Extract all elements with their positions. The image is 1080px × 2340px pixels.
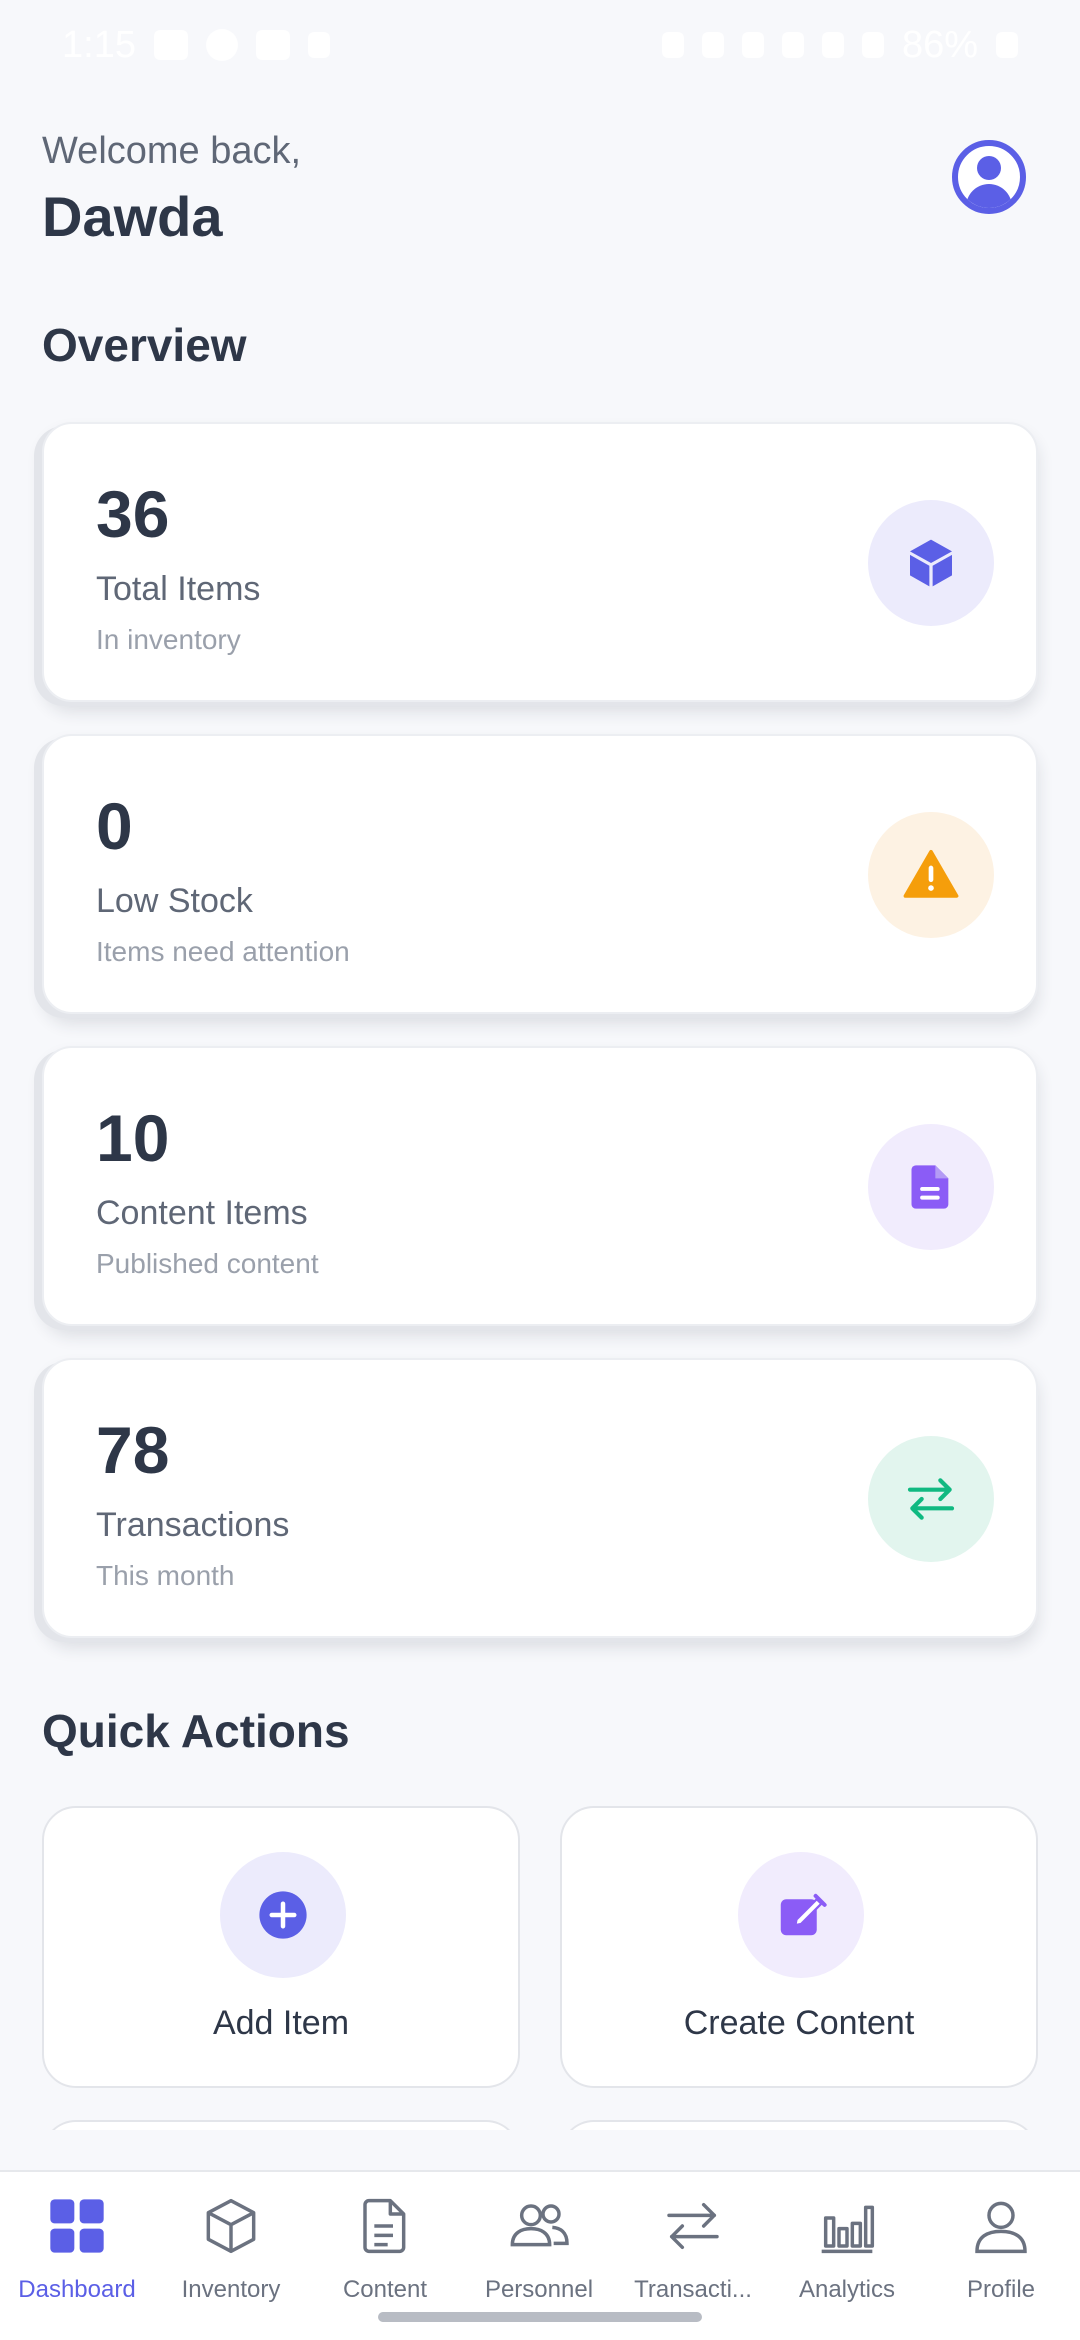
stat-label: Transactions bbox=[96, 1506, 290, 1544]
nav-label: Transacti... bbox=[634, 2276, 752, 2303]
nav-label: Content bbox=[342, 2276, 428, 2303]
nav-personnel[interactable]: Personnel bbox=[462, 2172, 616, 2303]
user-circle-icon-body bbox=[966, 184, 1012, 208]
nav-dashboard[interactable]: Dashboard bbox=[0, 2172, 154, 2303]
nav-analytics[interactable]: Analytics bbox=[770, 2172, 924, 2303]
signal-icon bbox=[861, 32, 884, 58]
nav-label: Dashboard bbox=[18, 2276, 136, 2303]
nav-label: Inventory bbox=[181, 2276, 281, 2303]
nav-content[interactable]: Content bbox=[308, 2172, 462, 2303]
quick-actions-title: Quick Actions bbox=[42, 1705, 350, 1757]
alarm-icon bbox=[701, 32, 724, 58]
stat-value: 78 bbox=[96, 1413, 170, 1487]
swap-icon bbox=[667, 2202, 719, 2250]
cube-outline-icon bbox=[206, 2198, 256, 2254]
status-time: 1:15 bbox=[62, 23, 136, 66]
document-outline-icon bbox=[363, 2198, 406, 2254]
cube-icon bbox=[910, 539, 952, 587]
hotspot-icon bbox=[781, 32, 804, 58]
nav-label: Personnel bbox=[484, 2276, 594, 2303]
action-card-partial[interactable] bbox=[42, 2120, 520, 2130]
action-label: Create Content bbox=[683, 2004, 915, 2042]
nav-inventory[interactable]: Inventory bbox=[154, 2172, 308, 2303]
stat-card-transactions[interactable]: 78 Transactions This month bbox=[42, 1358, 1038, 1638]
stat-value: 0 bbox=[96, 789, 133, 863]
stat-subtitle: This month bbox=[96, 1560, 235, 1591]
stat-icon-badge bbox=[868, 500, 994, 626]
action-card-partial[interactable] bbox=[560, 2120, 1038, 2130]
add-item-button[interactable]: Add Item bbox=[42, 1806, 520, 2088]
stat-subtitle: Published content bbox=[96, 1248, 319, 1279]
youtube-notification-icon bbox=[153, 30, 188, 60]
action-icon-badge bbox=[738, 1852, 864, 1978]
stat-card-total-items[interactable]: 36 Total Items In inventory bbox=[42, 422, 1038, 702]
dashboard-scroll-area[interactable]: Welcome back, Dawda Overview 36 Total It… bbox=[0, 90, 1080, 2130]
warning-icon bbox=[903, 849, 959, 898]
stat-subtitle: In inventory bbox=[96, 624, 241, 655]
battery-saver-icon bbox=[661, 32, 684, 58]
stat-card-low-stock[interactable]: 0 Low Stock Items need attention bbox=[42, 734, 1038, 1014]
overview-title: Overview bbox=[42, 319, 247, 371]
nav-label: Profile bbox=[966, 2276, 1036, 2303]
dot-icon bbox=[307, 32, 330, 58]
stat-label: Total Items bbox=[96, 570, 261, 608]
stat-card-content-items[interactable]: 10 Content Items Published content bbox=[42, 1046, 1038, 1326]
stat-label: Content Items bbox=[96, 1194, 308, 1232]
mail-notification-icon bbox=[255, 30, 290, 60]
action-icon-badge bbox=[220, 1852, 346, 1978]
swap-arrows-icon bbox=[907, 1478, 955, 1520]
stat-value: 36 bbox=[96, 477, 170, 551]
battery-icon bbox=[996, 32, 1018, 58]
user-circle-icon bbox=[977, 156, 1001, 180]
nav-label: Analytics bbox=[798, 2276, 896, 2303]
profile-avatar-button[interactable] bbox=[952, 140, 1026, 214]
stat-icon-badge bbox=[868, 1436, 994, 1562]
mute-icon bbox=[741, 32, 764, 58]
welcome-text: Welcome back, bbox=[42, 130, 302, 172]
wifi-icon bbox=[821, 32, 844, 58]
user-name: Dawda bbox=[42, 185, 223, 248]
plus-circle-icon bbox=[259, 1891, 307, 1939]
home-indicator[interactable] bbox=[378, 2312, 702, 2322]
create-content-button[interactable]: Create Content bbox=[560, 1806, 1038, 2088]
nav-transactions[interactable]: Transacti... bbox=[616, 2172, 770, 2303]
battery-percent: 86% bbox=[901, 23, 978, 66]
app-notification-icon bbox=[205, 29, 238, 61]
stat-subtitle: Items need attention bbox=[96, 936, 350, 967]
stat-label: Low Stock bbox=[96, 882, 253, 920]
people-icon bbox=[510, 2204, 569, 2247]
stat-icon-badge bbox=[868, 812, 994, 938]
nav-profile[interactable]: Profile bbox=[924, 2172, 1078, 2303]
person-icon bbox=[975, 2201, 1027, 2254]
welcome-header: Welcome back, Dawda bbox=[42, 130, 1038, 260]
edit-icon bbox=[780, 1893, 827, 1936]
document-icon bbox=[911, 1165, 949, 1209]
bar-chart-icon bbox=[821, 2205, 875, 2254]
stat-icon-badge bbox=[868, 1124, 994, 1250]
stat-value: 10 bbox=[96, 1101, 170, 1175]
action-label: Add Item bbox=[212, 2004, 350, 2042]
status-bar: 1:15 86% bbox=[0, 0, 1080, 90]
grid-icon bbox=[50, 2199, 104, 2253]
